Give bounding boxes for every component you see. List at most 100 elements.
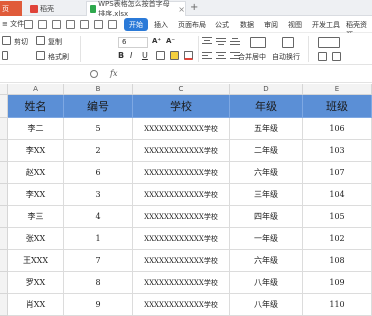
- table-header-cell[interactable]: 年级: [230, 95, 303, 118]
- table-cell[interactable]: XXXXXXXXXXXX学校: [133, 250, 230, 272]
- column-header-b[interactable]: B: [64, 84, 133, 95]
- table-cell[interactable]: 八年级: [230, 272, 303, 294]
- copy-icon[interactable]: [36, 36, 45, 45]
- table-cell[interactable]: 106: [303, 118, 372, 140]
- table-cell[interactable]: 王XXX: [8, 250, 64, 272]
- table-cell[interactable]: 肖XX: [8, 294, 64, 316]
- table-cell[interactable]: 3: [64, 184, 133, 206]
- table-cell[interactable]: 102: [303, 228, 372, 250]
- table-cell[interactable]: XXXXXXXXXXXX学校: [133, 272, 230, 294]
- column-header-c[interactable]: C: [133, 84, 230, 95]
- redo-icon[interactable]: [108, 20, 117, 29]
- merge-cells-icon[interactable]: [250, 37, 266, 48]
- table-cell[interactable]: 四年级: [230, 206, 303, 228]
- table-cell[interactable]: 三年级: [230, 184, 303, 206]
- font-color-icon[interactable]: [184, 51, 193, 60]
- align-bottom-icon[interactable]: [230, 37, 240, 46]
- table-cell[interactable]: 二年级: [230, 140, 303, 162]
- menu-page-layout[interactable]: 页面布局: [178, 20, 206, 30]
- table-cell[interactable]: 110: [303, 294, 372, 316]
- table-cell[interactable]: 一年级: [230, 228, 303, 250]
- table-cell[interactable]: XXXXXXXXXXXX学校: [133, 140, 230, 162]
- select-all-corner[interactable]: [0, 84, 8, 95]
- table-cell[interactable]: 109: [303, 272, 372, 294]
- undo-icon[interactable]: [94, 20, 103, 29]
- italic-button[interactable]: I: [130, 51, 132, 60]
- table-cell[interactable]: 7: [64, 250, 133, 272]
- table-cell[interactable]: 2: [64, 140, 133, 162]
- cut-icon[interactable]: [2, 36, 11, 45]
- table-cell[interactable]: 张XX: [8, 228, 64, 250]
- align-left-icon[interactable]: [202, 52, 212, 61]
- format-painter-label[interactable]: 格式刷: [48, 52, 69, 62]
- column-header-e[interactable]: E: [303, 84, 372, 95]
- print-icon[interactable]: [52, 20, 61, 29]
- align-center-icon[interactable]: [216, 52, 226, 61]
- border-icon[interactable]: [156, 51, 165, 60]
- table-cell[interactable]: 105: [303, 206, 372, 228]
- menu-developer[interactable]: 开发工具: [312, 20, 340, 30]
- decrease-font-button[interactable]: A⁻: [166, 37, 175, 45]
- table-cell[interactable]: XXXXXXXXXXXX学校: [133, 184, 230, 206]
- fx-icon[interactable]: fx: [110, 69, 117, 78]
- table-cell[interactable]: XXXXXXXXXXXX学校: [133, 294, 230, 316]
- table-cell[interactable]: 4: [64, 206, 133, 228]
- percent-icon[interactable]: [318, 52, 327, 61]
- table-cell[interactable]: 6: [64, 162, 133, 184]
- tab-file[interactable]: WPS表格怎么按首字母排序.xlsx ×: [86, 0, 186, 18]
- table-cell[interactable]: 李XX: [8, 140, 64, 162]
- open-icon[interactable]: [38, 20, 47, 29]
- align-middle-icon[interactable]: [216, 37, 226, 46]
- underline-button[interactable]: U: [142, 51, 148, 60]
- align-top-icon[interactable]: [202, 37, 212, 46]
- tab-home[interactable]: 页: [0, 1, 22, 16]
- menu-insert[interactable]: 插入: [154, 20, 168, 30]
- table-cell[interactable]: 六年级: [230, 162, 303, 184]
- wrap-text-label[interactable]: 自动换行: [272, 52, 300, 62]
- table-cell[interactable]: XXXXXXXXXXXX学校: [133, 206, 230, 228]
- column-header-a[interactable]: A: [8, 84, 64, 95]
- merge-center-label[interactable]: 合并居中: [238, 52, 266, 62]
- row-header[interactable]: [0, 294, 8, 316]
- table-cell[interactable]: 107: [303, 162, 372, 184]
- tab-docer[interactable]: 稻壳: [30, 1, 85, 16]
- menu-file[interactable]: ≡ 文件: [2, 19, 24, 29]
- row-header[interactable]: [0, 228, 8, 250]
- copy-label[interactable]: 复制: [48, 37, 62, 47]
- menu-formula[interactable]: 公式: [215, 20, 229, 30]
- font-size-select[interactable]: 6: [118, 37, 148, 48]
- table-cell[interactable]: XXXXXXXXXXXX学校: [133, 118, 230, 140]
- format-painter-icon[interactable]: [36, 51, 45, 60]
- spreadsheet-grid[interactable]: A B C D E 姓名 编号 学校 年级 班级 李二 5 XXXXXXXXXXXX学校 五年级 106 李X…: [0, 84, 372, 316]
- row-header[interactable]: [0, 250, 8, 272]
- row-header[interactable]: [0, 95, 8, 118]
- bold-button[interactable]: B: [118, 51, 124, 60]
- table-header-cell[interactable]: 编号: [64, 95, 133, 118]
- row-header[interactable]: [0, 184, 8, 206]
- table-cell[interactable]: 五年级: [230, 118, 303, 140]
- table-cell[interactable]: 六年级: [230, 250, 303, 272]
- formula-input[interactable]: [126, 67, 366, 81]
- table-cell[interactable]: 8: [64, 272, 133, 294]
- cut-label[interactable]: 剪切: [14, 37, 28, 47]
- table-cell[interactable]: 李XX: [8, 184, 64, 206]
- new-tab-icon[interactable]: +: [190, 2, 198, 13]
- menu-start[interactable]: 开始: [124, 18, 148, 31]
- table-cell[interactable]: XXXXXXXXXXXX学校: [133, 162, 230, 184]
- export-pdf-icon[interactable]: [80, 20, 89, 29]
- wrap-text-icon[interactable]: [282, 37, 294, 48]
- row-header[interactable]: [0, 206, 8, 228]
- table-header-cell[interactable]: 学校: [133, 95, 230, 118]
- table-cell[interactable]: 1: [64, 228, 133, 250]
- print-preview-icon[interactable]: [66, 20, 75, 29]
- save-icon[interactable]: [24, 20, 33, 29]
- thousands-icon[interactable]: [332, 52, 341, 61]
- table-cell[interactable]: 罗XX: [8, 272, 64, 294]
- fill-color-icon[interactable]: [170, 51, 179, 60]
- number-format-select[interactable]: [318, 37, 340, 48]
- row-header[interactable]: [0, 162, 8, 184]
- table-cell[interactable]: 八年级: [230, 294, 303, 316]
- table-cell[interactable]: XXXXXXXXXXXX学校: [133, 228, 230, 250]
- menu-data[interactable]: 数据: [240, 20, 254, 30]
- table-cell[interactable]: 103: [303, 140, 372, 162]
